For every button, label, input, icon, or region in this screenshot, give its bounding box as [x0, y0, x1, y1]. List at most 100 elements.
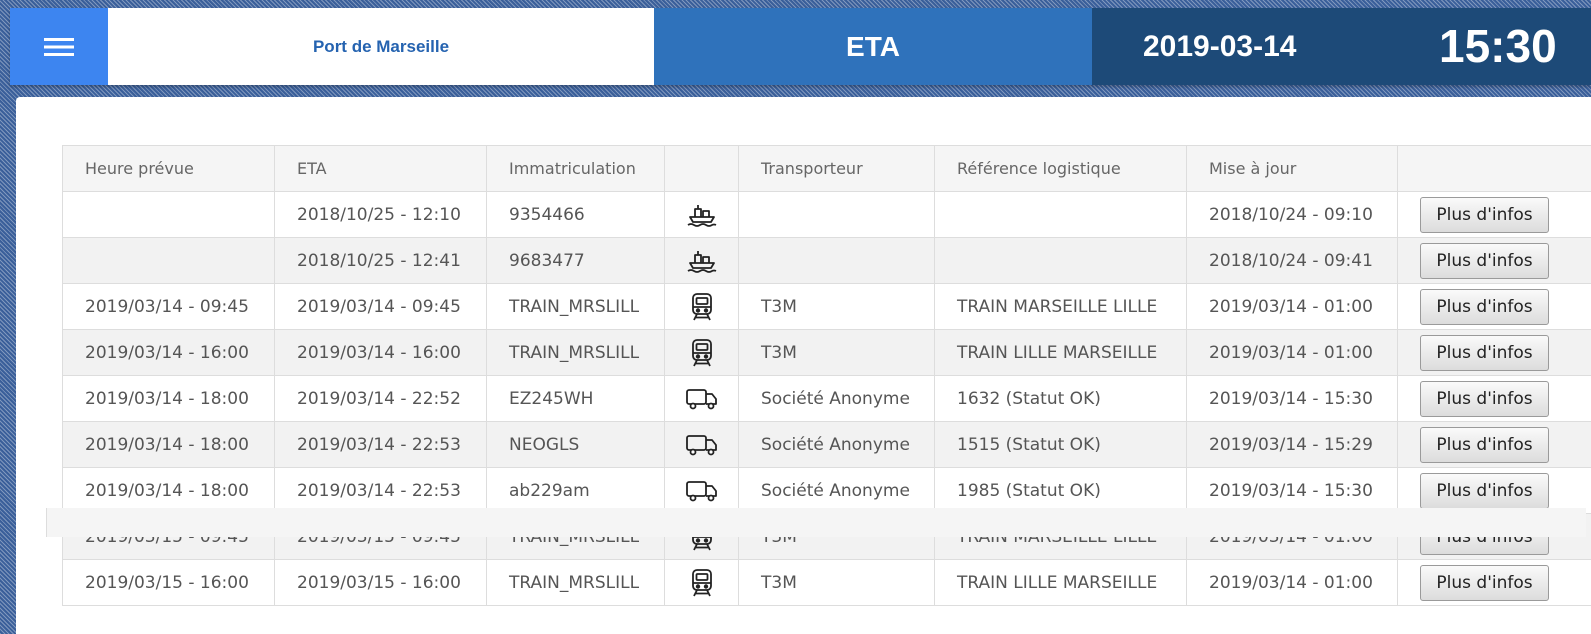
truck-icon [685, 480, 719, 501]
content-panel: Heure prévue ETA Immatriculation Transpo… [16, 97, 1591, 634]
cell-scheduled: 2019/03/14 - 18:00 [62, 375, 275, 422]
cell-updated: 2019/03/14 - 01:00 [1186, 283, 1398, 330]
current-date: 2019-03-14 [1143, 30, 1297, 63]
cell-registration: 9354466 [486, 191, 665, 238]
cell-scheduled: 2019/03/14 - 18:00 [62, 421, 275, 468]
column-header-reference[interactable]: Référence logistique [934, 145, 1187, 192]
cell-registration: TRAIN_MRSLILL [486, 559, 665, 606]
cell-scheduled: 2019/03/14 - 09:45 [62, 283, 275, 330]
cell-scheduled [62, 237, 275, 284]
cell-transport-type [664, 421, 739, 468]
cell-actions: Plus d'infos [1397, 467, 1591, 514]
cell-reference [934, 191, 1187, 238]
cell-reference: 1632 (Statut OK) [934, 375, 1187, 422]
table-row: 2019/03/14 - 09:45 2019/03/14 - 09:45 TRAI… [62, 283, 1591, 330]
cell-actions: Plus d'infos [1397, 283, 1591, 330]
cell-scheduled [62, 191, 275, 238]
train-icon [690, 338, 714, 366]
cell-actions: Plus d'infos [1397, 375, 1591, 422]
cell-reference: TRAIN LILLE MARSEILLE [934, 559, 1187, 606]
train-icon [690, 568, 714, 596]
cell-actions: Plus d'infos [1397, 237, 1591, 284]
truck-icon [685, 388, 719, 409]
cell-actions: Plus d'infos [1397, 559, 1591, 606]
cell-reference [934, 237, 1187, 284]
cell-registration: ab229am [486, 467, 665, 514]
column-header-carrier[interactable]: Transporteur [738, 145, 935, 192]
table-row: 2019/03/14 - 18:00 2019/03/14 - 22:53 NEOG… [62, 421, 1591, 468]
column-header-eta[interactable]: ETA [274, 145, 487, 192]
cell-updated: 2019/03/14 - 15:29 [1186, 421, 1398, 468]
cell-eta: 2019/03/14 - 09:45 [274, 283, 487, 330]
more-info-button[interactable]: Plus d'infos [1420, 380, 1549, 417]
cell-carrier: T3M [738, 329, 935, 376]
cell-transport-type [664, 467, 739, 514]
table-row: 2019/03/15 - 16:00 2019/03/15 - 16:00 TRAI… [62, 559, 1591, 606]
cell-reference: 1985 (Statut OK) [934, 467, 1187, 514]
cell-transport-type [664, 329, 739, 376]
cell-carrier: T3M [738, 283, 935, 330]
table-footer [46, 508, 1586, 537]
cell-scheduled: 2019/03/14 - 16:00 [62, 329, 275, 376]
more-info-button[interactable]: Plus d'infos [1420, 242, 1549, 279]
more-info-button[interactable]: Plus d'infos [1420, 334, 1549, 371]
site-name[interactable]: Port de Marseille [108, 8, 654, 85]
cell-updated: 2018/10/24 - 09:41 [1186, 237, 1398, 284]
menu-button[interactable] [10, 8, 108, 85]
more-info-button[interactable]: Plus d'infos [1420, 564, 1549, 601]
cell-registration: TRAIN_MRSLILL [486, 329, 665, 376]
cell-updated: 2019/03/14 - 01:00 [1186, 559, 1398, 606]
cell-carrier [738, 237, 935, 284]
cell-transport-type [664, 237, 739, 284]
ship-icon [686, 250, 718, 273]
cell-updated: 2019/03/14 - 15:30 [1186, 467, 1398, 514]
more-info-button[interactable]: Plus d'infos [1420, 472, 1549, 509]
cell-eta: 2018/10/25 - 12:10 [274, 191, 487, 238]
cell-registration: 9683477 [486, 237, 665, 284]
train-icon [690, 292, 714, 320]
module-title: ETA [654, 8, 1092, 85]
cell-carrier: Société Anonyme [738, 421, 935, 468]
cell-eta: 2019/03/14 - 22:53 [274, 421, 487, 468]
more-info-button[interactable]: Plus d'infos [1420, 426, 1549, 463]
cell-reference: TRAIN LILLE MARSEILLE [934, 329, 1187, 376]
cell-actions: Plus d'infos [1397, 191, 1591, 238]
column-header-scheduled[interactable]: Heure prévue [62, 145, 275, 192]
cell-carrier [738, 191, 935, 238]
cell-eta: 2019/03/14 - 22:52 [274, 375, 487, 422]
cell-actions: Plus d'infos [1397, 421, 1591, 468]
cell-carrier: T3M [738, 559, 935, 606]
more-info-button[interactable]: Plus d'infos [1420, 196, 1549, 233]
table-row: 2019/03/14 - 18:00 2019/03/14 - 22:52 EZ24… [62, 375, 1591, 422]
cell-updated: 2019/03/14 - 01:00 [1186, 329, 1398, 376]
cell-carrier: Société Anonyme [738, 375, 935, 422]
ship-icon [686, 204, 718, 227]
cell-transport-type [664, 559, 739, 606]
cell-eta: 2019/03/15 - 16:00 [274, 559, 487, 606]
cell-registration: EZ245WH [486, 375, 665, 422]
cell-registration: NEOGLS [486, 421, 665, 468]
column-header-registration[interactable]: Immatriculation [486, 145, 665, 192]
cell-scheduled: 2019/03/15 - 16:00 [62, 559, 275, 606]
current-time: 15:30 [1439, 20, 1557, 72]
more-info-button[interactable]: Plus d'infos [1420, 288, 1549, 325]
cell-transport-type [664, 191, 739, 238]
hamburger-menu-icon [44, 37, 74, 56]
cell-transport-type [664, 375, 739, 422]
cell-registration: TRAIN_MRSLILL [486, 283, 665, 330]
cell-reference: TRAIN MARSEILLE LILLE [934, 283, 1187, 330]
cell-updated: 2019/03/14 - 15:30 [1186, 375, 1398, 422]
cell-transport-type [664, 283, 739, 330]
cell-updated: 2018/10/24 - 09:10 [1186, 191, 1398, 238]
column-header-type [664, 145, 739, 192]
table-row: 2018/10/25 - 12:10 9354466 2018/10/24 - 09… [62, 191, 1591, 238]
cell-scheduled: 2019/03/14 - 18:00 [62, 467, 275, 514]
date-time-box: 2019-03-14 15:30 [1092, 8, 1591, 85]
column-header-updated[interactable]: Mise à jour [1186, 145, 1398, 192]
table-header-row: Heure prévue ETA Immatriculation Transpo… [62, 145, 1591, 192]
table-row: 2019/03/14 - 18:00 2019/03/14 - 22:53 ab22… [62, 467, 1591, 514]
truck-icon [685, 434, 719, 455]
top-bar: Port de Marseille ETA 2019-03-14 15:30 [10, 8, 1591, 85]
cell-reference: 1515 (Statut OK) [934, 421, 1187, 468]
cell-actions: Plus d'infos [1397, 329, 1591, 376]
